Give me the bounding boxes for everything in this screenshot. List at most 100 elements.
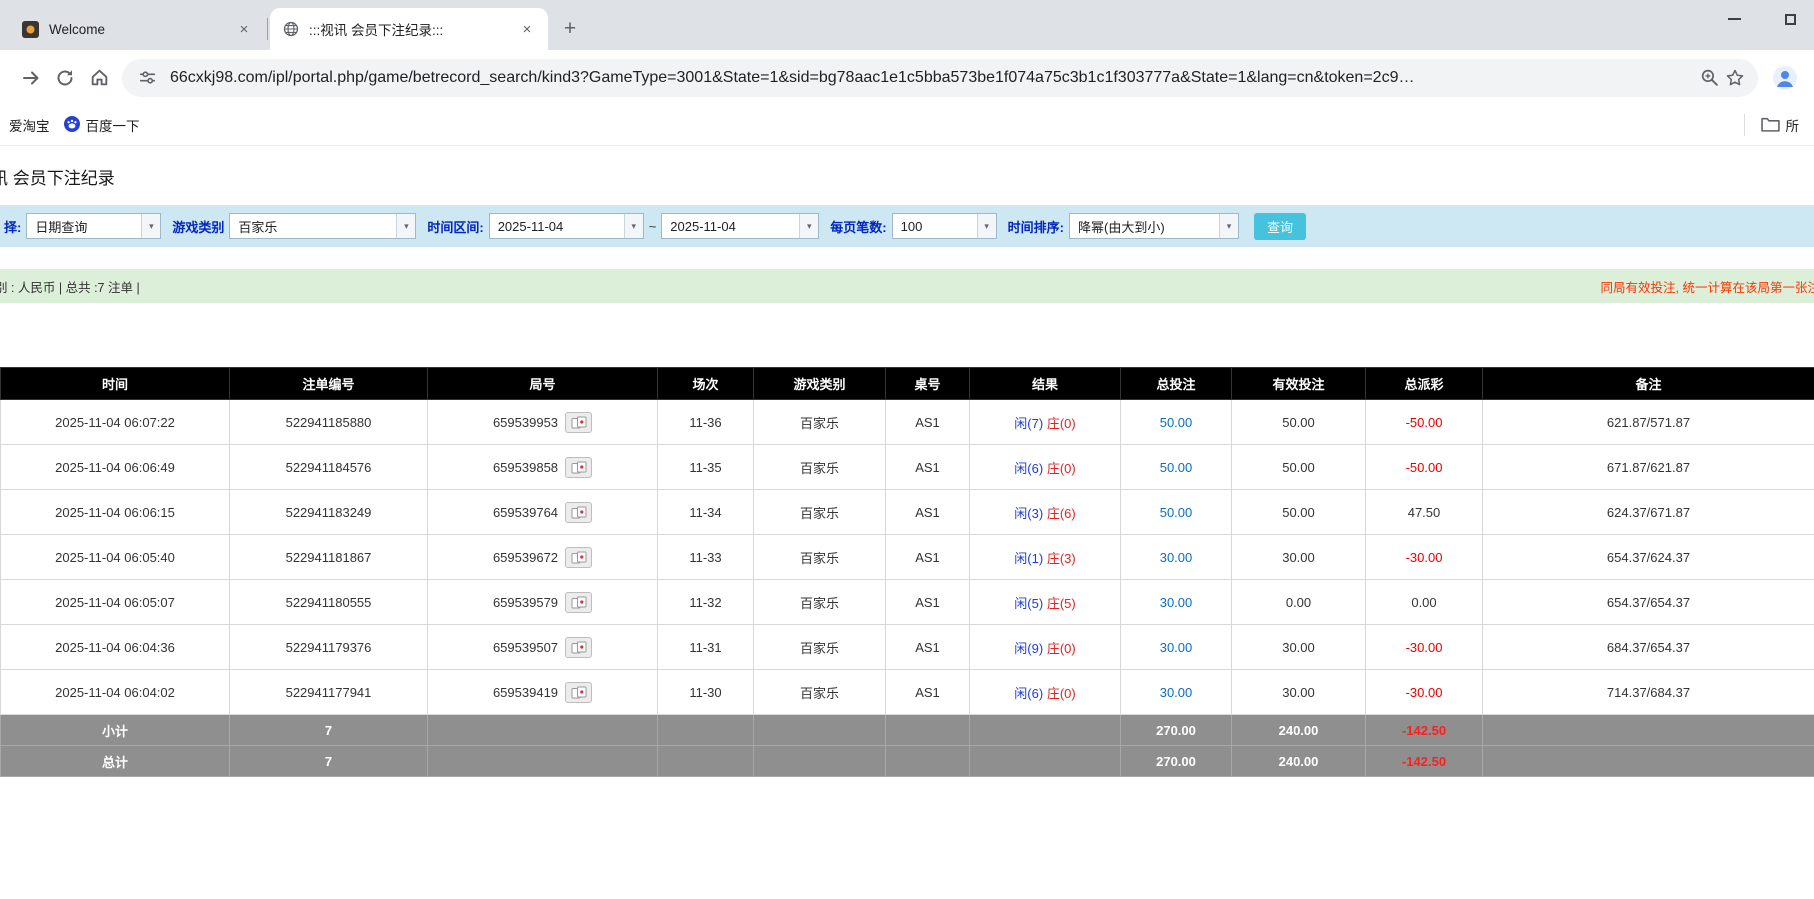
cell-total-bet[interactable]: 50.00 [1120,444,1232,490]
footer-valid-bet: 240.00 [1231,714,1366,746]
page-size-select[interactable]: 100 [891,213,997,239]
date-to-select[interactable]: 2025-11-04 [661,213,820,239]
cell-total-bet[interactable]: 50.00 [1120,489,1232,535]
result-banker: 庄(6) [1046,505,1076,521]
summary-notice-text: 同局有效投注, 统一计算在该局第一张注 [1600,280,1814,295]
url-text: 66cxkj98.com/ipl/portal.php/game/betreco… [170,68,1415,86]
result-player: 闲(9) [1014,640,1044,656]
cell-result: 闲(6) 庄(0) [969,444,1121,490]
cell-total-bet[interactable]: 30.00 [1120,534,1232,580]
footer-label: 小计 [0,714,230,746]
bet-table-body: 2025-11-04 06:07:22 522941185880 659539953… [0,399,1814,777]
bookmark-baidu[interactable]: 百度一下 [57,111,147,139]
cell-result: 闲(7) 庄(0) [969,399,1121,445]
footer-total-bet: 270.00 [1120,714,1232,746]
footer-empty-cell [753,745,886,777]
table-row: 2025-11-04 06:06:15 522941183249 659539764… [0,489,1814,535]
table-row: 2025-11-04 06:04:02 522941177941 659539419… [0,669,1814,715]
search-button[interactable]: 查询 [1253,212,1306,240]
cell-valid-bet: 30.00 [1231,669,1366,715]
cell-total-bet[interactable]: 30.00 [1120,624,1232,670]
profile-avatar-icon[interactable] [1768,61,1802,95]
footer-count: 7 [229,745,428,777]
close-tab-icon[interactable] [518,20,536,38]
footer-empty-cell [969,714,1121,746]
cell-game-type: 百家乐 [753,489,886,535]
payout-value: -50.00 [1405,414,1443,430]
cell-total-bet[interactable]: 30.00 [1120,579,1232,625]
cell-total-bet[interactable]: 30.00 [1120,669,1232,715]
cell-game-type: 百家乐 [753,399,886,445]
game-type-value: 百家乐 [238,219,278,235]
total-bet-link[interactable]: 50.00 [1160,505,1193,520]
result-banker: 庄(0) [1046,415,1076,431]
tab-bet-records[interactable]: :::视讯 会员下注纪录::: [270,8,548,50]
cell-note: 624.37/671.87 [1482,489,1814,535]
new-tab-button[interactable] [556,15,584,43]
table-row: 2025-11-04 06:06:49 522941184576 659539858… [0,444,1814,490]
cell-payout: -30.00 [1365,669,1483,715]
cell-payout: 47.50 [1365,489,1483,535]
total-bet-link[interactable]: 50.00 [1160,460,1193,475]
chevron-down-icon [976,214,996,238]
date-from-select[interactable]: 2025-11-04 [488,213,644,239]
cell-game-type: 百家乐 [753,444,886,490]
cell-round: 659539858 [427,444,658,490]
view-cards-button[interactable] [565,501,593,523]
view-cards-button[interactable] [565,546,593,568]
view-cards-button[interactable] [565,591,593,613]
result-banker: 庄(0) [1046,640,1076,656]
minimize-icon[interactable] [1728,18,1741,20]
game-type-select[interactable]: 百家乐 [229,213,417,239]
site-settings-icon[interactable] [134,65,160,91]
cell-bet-id: 522941177941 [229,669,428,715]
round-number: 659539419 [492,684,559,700]
result-player: 闲(3) [1014,505,1044,521]
window-controls [1728,0,1796,38]
view-cards-button[interactable] [565,411,593,433]
reload-icon[interactable] [48,61,82,95]
close-tab-icon[interactable] [235,20,253,38]
total-bet-link[interactable]: 30.00 [1160,640,1193,655]
view-cards-button[interactable] [565,456,593,478]
bookmark-star-icon[interactable] [1722,65,1748,91]
round-number: 659539507 [492,639,559,655]
chevron-down-icon [396,214,416,238]
total-bet-link[interactable]: 30.00 [1160,550,1193,565]
total-bet-link[interactable]: 50.00 [1160,415,1193,430]
total-bet-link[interactable]: 30.00 [1160,685,1193,700]
sort-value: 降幂(由大到小) [1077,219,1165,235]
cell-round: 659539672 [427,534,658,580]
sort-select[interactable]: 降幂(由大到小) [1068,213,1239,239]
total-bet-link[interactable]: 30.00 [1160,595,1193,610]
address-bar[interactable]: 66cxkj98.com/ipl/portal.php/game/betreco… [122,58,1758,97]
forward-icon[interactable] [14,61,48,95]
view-cards-button[interactable] [565,681,593,703]
col-header-table-no: 桌号 [885,367,970,400]
cell-game-type: 百家乐 [753,534,886,580]
cell-session: 11-32 [657,579,754,625]
summary-totals-text: 别 : 人民币 | 总共 :7 注单 | [0,280,140,295]
cell-round: 659539507 [427,624,658,670]
payout-value: -30.00 [1405,684,1443,700]
view-cards-button[interactable] [565,636,593,658]
cell-note: 654.37/654.37 [1482,579,1814,625]
bookmark-aitaobao[interactable]: 爱淘宝 [2,111,57,139]
result-player: 闲(5) [1014,595,1044,611]
all-bookmarks-folder[interactable]: 所 [1754,111,1807,139]
cell-total-bet[interactable]: 50.00 [1120,399,1232,445]
cell-round: 659539579 [427,579,658,625]
chevron-down-icon [1218,214,1238,238]
zoom-icon[interactable] [1696,65,1722,91]
col-header-payout: 总派彩 [1365,367,1483,400]
tab-separator [267,18,268,40]
col-header-note: 备注 [1482,367,1814,400]
cell-bet-id: 522941185880 [229,399,428,445]
footer-count: 7 [229,714,428,746]
home-icon[interactable] [82,61,116,95]
query-type-select[interactable]: 日期查询 [26,213,162,239]
bookmarks-divider [1743,114,1745,136]
cell-session: 11-35 [657,444,754,490]
tab-welcome[interactable]: Welcome [10,8,265,50]
maximize-icon[interactable] [1785,13,1796,25]
